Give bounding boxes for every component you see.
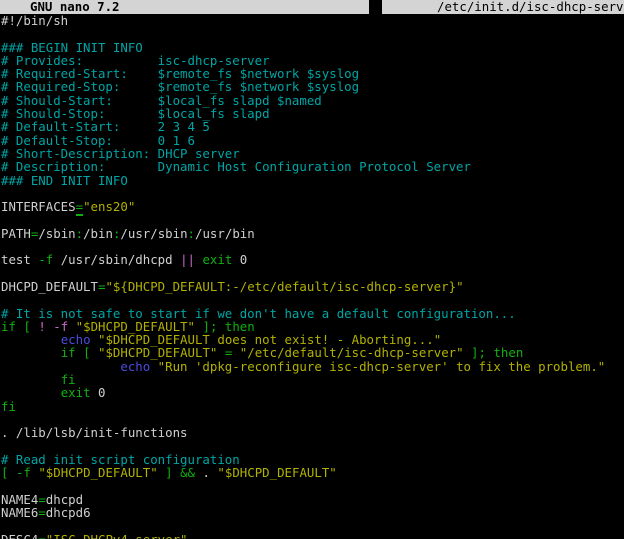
code-segment: -f <box>16 465 31 480</box>
code-segment: "${DHCPD_DEFAULT:-/etc/default/isc-dhcp-… <box>105 279 463 294</box>
code-line: test -f /usr/sbin/dhcpd || exit 0 <box>1 253 624 266</box>
code-line: DESC4="ISC DHCPv4 server" <box>1 533 624 539</box>
code-line: # Provides: isc-dhcp-server <box>1 54 624 67</box>
code-line <box>1 479 624 492</box>
code-segment: #!/bin/sh <box>1 13 68 28</box>
code-segment: ] <box>165 465 172 480</box>
code-segment: "ens20" <box>83 199 135 214</box>
code-line: ### BEGIN INIT INFO <box>1 41 624 54</box>
code-line <box>1 293 624 306</box>
code-segment: exit <box>202 252 232 267</box>
code-segment: 0 <box>232 252 247 267</box>
code-segment: test <box>1 252 38 267</box>
code-line: # Required-Start: $remote_fs $network $s… <box>1 67 624 80</box>
code-segment: "$DHCPD_DEFAULT" <box>38 465 157 480</box>
code-segment: /bin <box>83 226 113 241</box>
code-line <box>1 213 624 226</box>
code-line: # It is not safe to start if we don't ha… <box>1 307 624 320</box>
code-segment: 0 <box>91 385 106 400</box>
code-line: # Default-Stop: 0 1 6 <box>1 134 624 147</box>
code-line: echo "$DHCPD_DEFAULT does not exist! - A… <box>1 333 624 346</box>
code-line <box>1 27 624 40</box>
code-line: # Required-Stop: $remote_fs $network $sy… <box>1 80 624 93</box>
code-segment: "$DHCPD_DEFAULT" <box>217 465 336 480</box>
code-line: fi <box>1 400 624 413</box>
code-line <box>1 187 624 200</box>
code-line: NAME6=dhcpd6 <box>1 506 624 519</box>
code-segment: NAME6 <box>1 505 38 520</box>
code-line: NAME4=dhcpd <box>1 493 624 506</box>
code-line <box>1 267 624 280</box>
cursor: = <box>76 199 83 216</box>
code-segment: : <box>76 226 83 241</box>
code-segment: /usr/bin <box>195 226 255 241</box>
code-line <box>1 519 624 532</box>
code-segment <box>150 359 157 374</box>
code-line: INTERFACES="ens20" <box>1 200 624 213</box>
nano-terminal: GNU nano 7.2 /etc/init.d/isc-dhcp-serv #… <box>0 0 624 539</box>
code-segment <box>173 465 180 480</box>
code-line: # Should-Start: $local_fs slapd $named <box>1 94 624 107</box>
app-title: GNU nano 7.2 <box>30 0 120 14</box>
code-segment: || <box>180 252 195 267</box>
code-segment: echo <box>120 359 150 374</box>
code-segment: && <box>180 465 195 480</box>
code-segment: . <box>195 465 217 480</box>
code-line: # Read init script configuration <box>1 453 624 466</box>
code-line: DHCPD_DEFAULT="${DHCPD_DEFAULT:-/etc/def… <box>1 280 624 293</box>
code-segment: ### END INIT INFO <box>1 173 128 188</box>
code-line: echo "Run 'dpkg-reconfigure isc-dhcp-ser… <box>1 360 624 373</box>
code-segment <box>8 465 15 480</box>
code-line: # Description: Dynamic Host Configuratio… <box>1 160 624 173</box>
code-segment: "ISC DHCPv4 server" <box>46 532 188 539</box>
filename: /etc/init.d/isc-dhcp-serv <box>437 0 624 14</box>
code-segment: = <box>38 505 45 520</box>
titlebar-gap <box>369 0 382 14</box>
code-segment: fi <box>1 399 16 414</box>
code-line: [ -f "$DHCPD_DEFAULT" ] && . "$DHCPD_DEF… <box>1 466 624 479</box>
code-segment: "Run 'dpkg-reconfigure isc-dhcp-server' … <box>158 359 606 374</box>
code-line: #!/bin/sh <box>1 14 624 27</box>
code-line: PATH=/sbin:/bin:/usr/sbin:/usr/bin <box>1 227 624 240</box>
code-segment: = <box>38 532 45 539</box>
code-segment: : <box>188 226 195 241</box>
nano-titlebar: GNU nano 7.2 /etc/init.d/isc-dhcp-serv <box>0 0 624 14</box>
code-segment: INTERFACES <box>1 199 76 214</box>
code-area[interactable]: #!/bin/sh ### BEGIN INIT INFO# Provides: … <box>1 14 624 539</box>
code-line: . /lib/lsb/init-functions <box>1 426 624 439</box>
code-segment: /usr/sbin <box>120 226 187 241</box>
code-segment: PATH <box>1 226 31 241</box>
code-segment: dhcpd6 <box>46 505 91 520</box>
code-line: # Default-Start: 2 3 4 5 <box>1 120 624 133</box>
code-line: fi <box>1 373 624 386</box>
code-line: if [ ! -f "$DHCPD_DEFAULT" ]; then <box>1 320 624 333</box>
code-segment: DHCPD_DEFAULT <box>1 279 98 294</box>
code-segment: DESC4 <box>1 532 38 539</box>
code-segment: exit <box>61 385 91 400</box>
code-line: # Should-Stop: $local_fs slapd <box>1 107 624 120</box>
code-segment: -f <box>38 252 53 267</box>
code-segment: /usr/sbin/dhcpd <box>53 252 180 267</box>
code-line <box>1 413 624 426</box>
code-line: # Short-Description: DHCP server <box>1 147 624 160</box>
code-segment: /sbin <box>38 226 75 241</box>
code-line <box>1 440 624 453</box>
code-line <box>1 240 624 253</box>
code-line: exit 0 <box>1 386 624 399</box>
code-segment: . /lib/lsb/init-functions <box>1 425 188 440</box>
code-line: if [ "$DHCPD_DEFAULT" = "/etc/default/is… <box>1 346 624 359</box>
code-line: ### END INIT INFO <box>1 174 624 187</box>
